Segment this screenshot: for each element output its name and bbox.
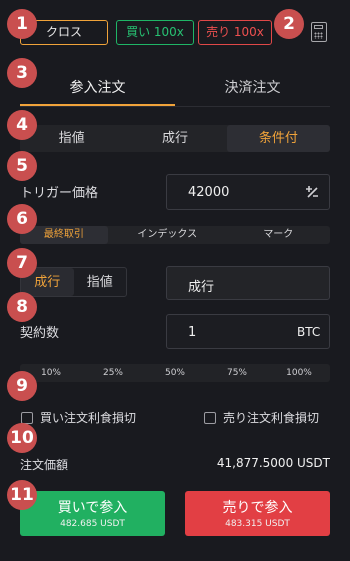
trigger-source-segment: 最終取引 インデックス マーク <box>20 226 330 244</box>
badge-8: 8 <box>7 292 37 322</box>
badge-5: 5 <box>7 151 37 181</box>
exec-type-limit[interactable]: 指値 <box>74 268 127 296</box>
buy-leverage-button[interactable]: 買い 100x <box>116 20 194 45</box>
badge-7: 7 <box>7 248 37 278</box>
badge-1: 1 <box>7 9 37 39</box>
trigger-price-label: トリガー価格 <box>20 186 99 201</box>
sell-entry-button[interactable]: 売りで参入 483.315 USDT <box>185 491 330 536</box>
percent-option[interactable]: 100% <box>268 364 330 382</box>
plus-minus-icon[interactable] <box>305 185 319 199</box>
exec-type-segment: 成行 指値 <box>20 267 127 297</box>
trigger-source-index[interactable]: インデックス <box>108 226 227 244</box>
tab-entry-order[interactable]: 参入注文 <box>20 73 175 103</box>
exec-price-value: 成行 <box>188 280 215 295</box>
badge-4: 4 <box>7 110 37 140</box>
order-type-segment: 指値 成行 条件付 <box>20 125 330 152</box>
badge-6: 6 <box>7 204 37 234</box>
trigger-source-mark[interactable]: マーク <box>227 226 330 244</box>
buy-entry-label: 買いで参入 <box>57 500 128 516</box>
badge-3: 3 <box>7 58 37 88</box>
sell-leverage-button[interactable]: 売り 100x <box>198 20 272 45</box>
percent-option[interactable]: 75% <box>206 364 268 382</box>
buy-tpsl-label: 買い注文利食損切 <box>40 411 137 425</box>
contracts-label: 契約数 <box>20 326 60 341</box>
trigger-price-input[interactable]: 42000 <box>166 174 330 210</box>
order-type-market[interactable]: 成行 <box>123 125 226 152</box>
percent-option[interactable]: 50% <box>144 364 206 382</box>
order-value-amount: 41,877.5000 USDT <box>216 456 330 470</box>
tab-divider <box>20 106 330 107</box>
badge-10: 10 <box>7 423 37 453</box>
percent-option[interactable]: 25% <box>82 364 144 382</box>
contracts-unit: BTC <box>297 325 321 339</box>
contracts-value: 1 <box>188 325 197 340</box>
tab-settle-order[interactable]: 決済注文 <box>175 73 330 103</box>
buy-entry-button[interactable]: 買いで参入 482.685 USDT <box>20 491 165 536</box>
buy-entry-cost: 482.685 USDT <box>60 519 125 529</box>
order-type-conditional[interactable]: 条件付 <box>226 125 330 152</box>
percent-selector: 10% 25% 50% 75% 100% <box>20 364 330 382</box>
tab-active-underline <box>20 104 175 106</box>
badge-11: 11 <box>7 480 37 510</box>
trigger-price-value: 42000 <box>188 185 230 200</box>
sell-entry-cost: 483.315 USDT <box>225 519 290 529</box>
exec-price-field[interactable]: 成行 <box>166 266 330 300</box>
badge-2: 2 <box>274 9 304 39</box>
sell-entry-label: 売りで参入 <box>222 500 293 516</box>
sell-tpsl-checkbox[interactable] <box>204 412 216 424</box>
calculator-icon[interactable] <box>311 22 327 42</box>
sell-tpsl-label: 売り注文利食損切 <box>223 411 320 425</box>
contracts-input[interactable]: 1 BTC <box>166 314 330 349</box>
badge-9: 9 <box>7 371 37 401</box>
order-value-label: 注文価額 <box>20 458 69 472</box>
